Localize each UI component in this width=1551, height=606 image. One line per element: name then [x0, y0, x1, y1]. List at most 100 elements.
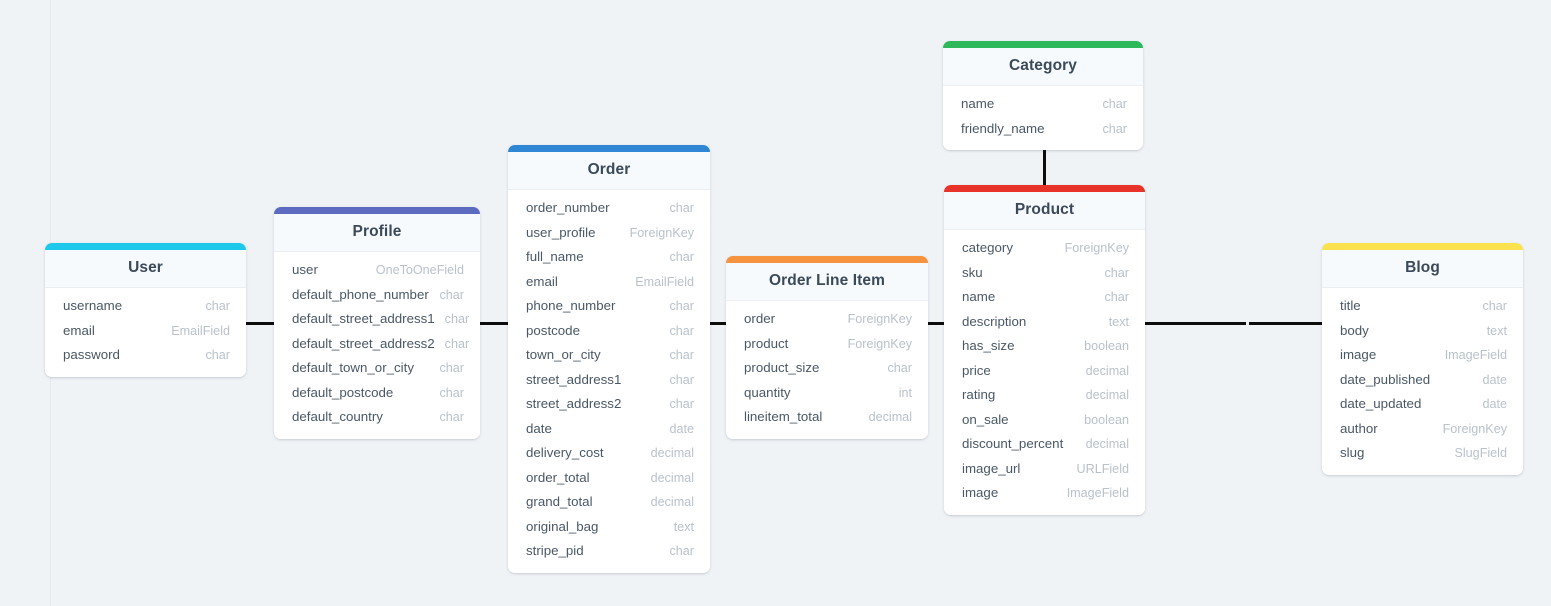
entity-field-row[interactable]: default_country char [274, 405, 480, 430]
entity-title: Blog [1322, 250, 1523, 288]
entity-product[interactable]: Product category ForeignKey sku char name char… [944, 185, 1145, 515]
field-type: char [669, 201, 695, 215]
entity-field-row[interactable]: friendly_name char [943, 117, 1143, 142]
entity-field-row[interactable]: product_size char [726, 356, 928, 381]
field-name: email [63, 322, 95, 338]
entity-field-row[interactable]: date date [508, 417, 710, 442]
entity-field-row[interactable]: password char [45, 343, 246, 368]
field-name: has_size [962, 338, 1015, 353]
entity-field-row[interactable]: default_postcode char [274, 381, 480, 406]
entity-field-row[interactable]: street_address2 char [508, 392, 710, 417]
entity-field-row[interactable]: date_updated date [1322, 392, 1523, 417]
field-name: email [526, 273, 558, 289]
relationship-edge-product-blog-b[interactable] [1249, 322, 1323, 325]
field-type: char [669, 544, 695, 558]
entity-field-row[interactable]: rating decimal [944, 383, 1145, 408]
entity-field-row[interactable]: image ImageField [944, 481, 1145, 506]
entity-field-row[interactable]: phone_number char [508, 294, 710, 319]
field-name: default_town_or_city [292, 360, 414, 375]
entity-category[interactable]: Category name char friendly_name char [943, 41, 1143, 150]
entity-field-list: order ForeignKey product ForeignKey product_… [726, 301, 928, 439]
relationship-edge-user-profile[interactable] [246, 322, 275, 325]
entity-field-row[interactable]: image ImageField [1322, 343, 1523, 368]
entity-field-row[interactable]: slug SlugField [1322, 441, 1523, 466]
field-type: date [1482, 372, 1507, 387]
entity-field-row[interactable]: town_or_city char [508, 343, 710, 368]
entity-order-line-item[interactable]: Order Line Item order ForeignKey product For… [726, 256, 928, 439]
field-type: decimal [650, 495, 694, 509]
entity-field-row[interactable]: discount_percent decimal [944, 432, 1145, 457]
entity-accent-bar [45, 243, 246, 250]
entity-field-row[interactable]: quantity int [726, 381, 928, 406]
entity-field-row[interactable]: image_url URLField [944, 457, 1145, 482]
field-type: OneToOneField [375, 263, 464, 277]
field-name: full_name [526, 249, 584, 264]
entity-accent-bar [1322, 243, 1523, 250]
entity-accent-bar [726, 256, 928, 263]
entity-field-row[interactable]: email EmailField [508, 270, 710, 295]
entity-field-row[interactable]: user_profile ForeignKey [508, 221, 710, 246]
entity-field-row[interactable]: lineitem_total decimal [726, 405, 928, 430]
entity-field-row[interactable]: username char [45, 294, 246, 319]
entity-field-row[interactable]: name char [943, 92, 1143, 117]
entity-user[interactable]: User username char email EmailField password c… [45, 243, 246, 377]
entity-field-row[interactable]: has_size boolean [944, 334, 1145, 359]
entity-field-row[interactable]: product ForeignKey [726, 332, 928, 357]
field-name: image [1340, 347, 1377, 362]
entity-title: User [45, 250, 246, 288]
entity-field-row[interactable]: order_total decimal [508, 466, 710, 491]
entity-field-row[interactable]: street_address1 char [508, 368, 710, 393]
field-type: ImageField [1444, 348, 1507, 362]
entity-profile[interactable]: Profile user OneToOneField default_phone_nu… [274, 207, 480, 439]
entity-field-row[interactable]: grand_total decimal [508, 490, 710, 515]
field-name: default_phone_number [292, 286, 429, 302]
entity-field-row[interactable]: name char [944, 285, 1145, 310]
field-name: delivery_cost [526, 445, 604, 460]
entity-field-list: order_number char user_profile ForeignKey fu… [508, 190, 710, 573]
entity-field-row[interactable]: sku char [944, 261, 1145, 286]
field-type: ForeignKey [847, 312, 912, 326]
field-type: ForeignKey [847, 336, 912, 351]
entity-field-list: user OneToOneField default_phone_number cha… [274, 252, 480, 439]
entity-field-row[interactable]: on_sale boolean [944, 408, 1145, 433]
entity-field-row[interactable]: category ForeignKey [944, 236, 1145, 261]
entity-field-row[interactable]: postcode char [508, 319, 710, 344]
field-name: postcode [526, 322, 580, 338]
field-name: street_address2 [526, 396, 622, 411]
relationship-edge-order-orderlineitem[interactable] [710, 322, 727, 325]
entity-field-row[interactable]: default_street_address2 char [274, 332, 480, 357]
entity-order[interactable]: Order order_number char user_profile Foreign… [508, 145, 710, 573]
entity-field-row[interactable]: default_phone_number char [274, 283, 480, 308]
field-type: ForeignKey [629, 225, 694, 240]
entity-field-row[interactable]: title char [1322, 294, 1523, 319]
entity-field-row[interactable]: description text [944, 310, 1145, 335]
field-type: boolean [1084, 339, 1129, 353]
entity-field-row[interactable]: default_town_or_city char [274, 356, 480, 381]
field-type: char [444, 336, 470, 351]
entity-field-row[interactable]: body text [1322, 319, 1523, 344]
entity-field-row[interactable]: order ForeignKey [726, 307, 928, 332]
entity-field-row[interactable]: original_bag text [508, 515, 710, 540]
entity-field-row[interactable]: default_street_address1 char [274, 307, 480, 332]
relationship-edge-profile-order[interactable] [480, 322, 509, 325]
relationship-edge-product-blog-a[interactable] [1145, 322, 1246, 325]
field-type: URLField [1076, 461, 1130, 476]
entity-field-row[interactable]: delivery_cost decimal [508, 441, 710, 466]
relationship-edge-orderlineitem-product[interactable] [928, 322, 945, 325]
field-name: stripe_pid [526, 543, 584, 558]
field-name: discount_percent [962, 436, 1064, 451]
entity-field-row[interactable]: user OneToOneField [274, 258, 480, 283]
entity-field-row[interactable]: stripe_pid char [508, 539, 710, 564]
field-name: slug [1340, 445, 1365, 460]
entity-field-row[interactable]: price decimal [944, 359, 1145, 384]
field-name: default_street_address1 [292, 311, 435, 326]
entity-field-row[interactable]: author ForeignKey [1322, 417, 1523, 442]
field-type: char [1102, 97, 1128, 111]
entity-field-row[interactable]: full_name char [508, 245, 710, 270]
entity-field-row[interactable]: order_number char [508, 196, 710, 221]
entity-field-row[interactable]: email EmailField [45, 319, 246, 344]
entity-field-row[interactable]: date_published date [1322, 368, 1523, 393]
field-type: char [669, 397, 695, 411]
entity-blog[interactable]: Blog title char body text image ImageField date… [1322, 243, 1523, 475]
field-type: char [669, 250, 695, 264]
